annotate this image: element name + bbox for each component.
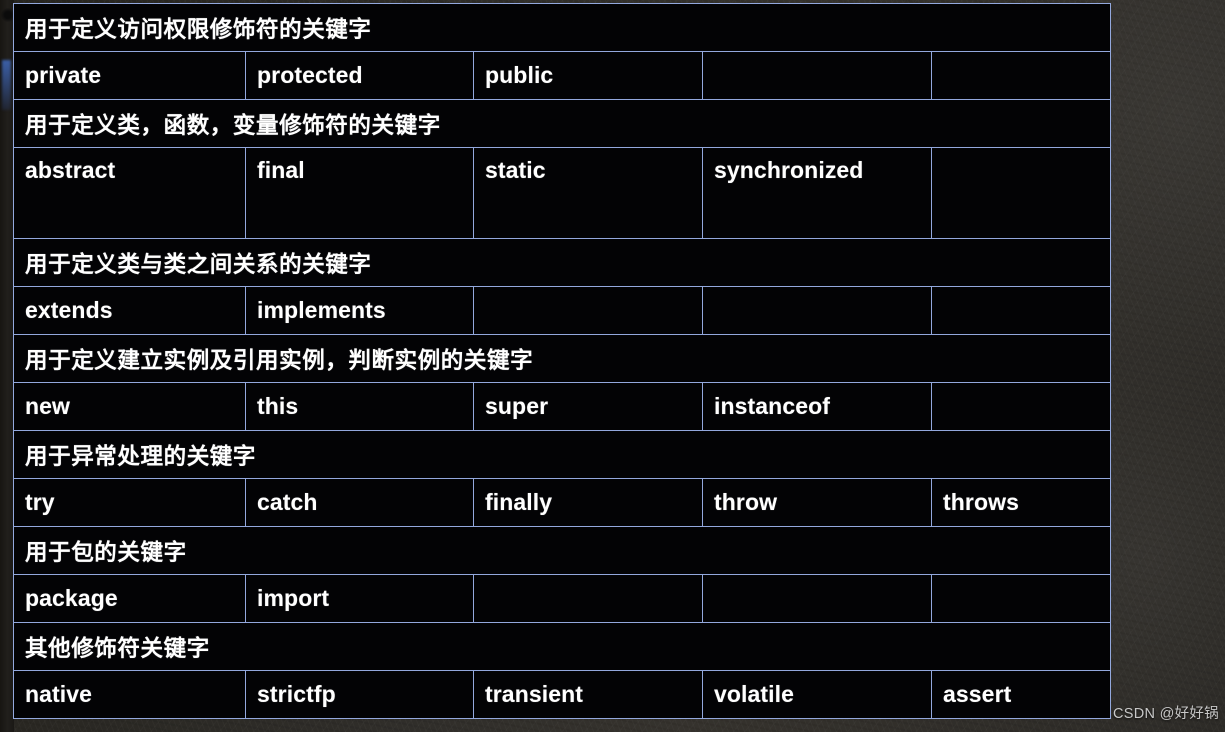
section-heading: 用于定义建立实例及引用实例，判断实例的关键字 [13,334,1111,383]
table-row: native strictfp transient volatile assert [13,670,1111,719]
section-heading: 用于定义访问权限修饰符的关键字 [13,3,1111,52]
keyword-cell [931,51,1111,100]
keyword-cell: package [13,574,246,623]
table-heading-row: 用于包的关键字 [13,526,1111,575]
java-keywords-table: 用于定义访问权限修饰符的关键字 private protected public 用于定… [13,3,1111,719]
keyword-cell: final [245,147,474,239]
keyword-cell: static [473,147,703,239]
keyword-cell: transient [473,670,703,719]
keyword-cell: abstract [13,147,246,239]
table-row: new this super instanceof [13,382,1111,431]
keyword-cell: import [245,574,474,623]
keyword-cell [931,147,1111,239]
keyword-cell [931,382,1111,431]
keyword-cell [702,574,932,623]
keyword-cell [473,286,703,335]
keyword-cell: synchronized [702,147,932,239]
section-heading: 用于定义类，函数，变量修饰符的关键字 [13,99,1111,148]
keyword-cell: super [473,382,703,431]
keyword-cell: this [245,382,474,431]
keyword-cell: protected [245,51,474,100]
table-heading-row: 其他修饰符关键字 [13,622,1111,671]
table-row: try catch finally throw throws [13,478,1111,527]
screenshot-canvas: 用于定义访问权限修饰符的关键字 private protected public 用于定… [0,0,1225,732]
keyword-cell: try [13,478,246,527]
table-body: 用于定义访问权限修饰符的关键字 private protected public 用于定… [13,3,1111,719]
keyword-cell [931,286,1111,335]
table-row: extends implements [13,286,1111,335]
keyword-cell: finally [473,478,703,527]
keyword-cell: volatile [702,670,932,719]
keyword-cell: new [13,382,246,431]
table-heading-row: 用于定义建立实例及引用实例，判断实例的关键字 [13,334,1111,383]
keyword-cell [473,574,703,623]
keyword-cell: private [13,51,246,100]
blue-artifact [2,60,11,110]
keyword-cell [931,574,1111,623]
table-heading-row: 用于异常处理的关键字 [13,430,1111,479]
keyword-cell: throws [931,478,1111,527]
keyword-cell: strictfp [245,670,474,719]
section-heading: 其他修饰符关键字 [13,622,1111,671]
table-heading-row: 用于定义类与类之间关系的关键字 [13,238,1111,287]
table-row: private protected public [13,51,1111,100]
keyword-cell: throw [702,478,932,527]
section-heading: 用于定义类与类之间关系的关键字 [13,238,1111,287]
section-heading: 用于异常处理的关键字 [13,430,1111,479]
section-heading: 用于包的关键字 [13,526,1111,575]
keyword-cell: public [473,51,703,100]
keyword-cell: assert [931,670,1111,719]
keyword-cell: native [13,670,246,719]
keyword-cell: implements [245,286,474,335]
keyword-cell [702,286,932,335]
keyword-cell: extends [13,286,246,335]
table-row: package import [13,574,1111,623]
keyword-cell [702,51,932,100]
table-row: abstract final static synchronized [13,147,1111,239]
csdn-watermark: CSDN @好好锅 [1112,706,1219,722]
keyword-cell: instanceof [702,382,932,431]
keyword-cell: catch [245,478,474,527]
table-heading-row: 用于定义访问权限修饰符的关键字 [13,3,1111,52]
table-heading-row: 用于定义类，函数，变量修饰符的关键字 [13,99,1111,148]
